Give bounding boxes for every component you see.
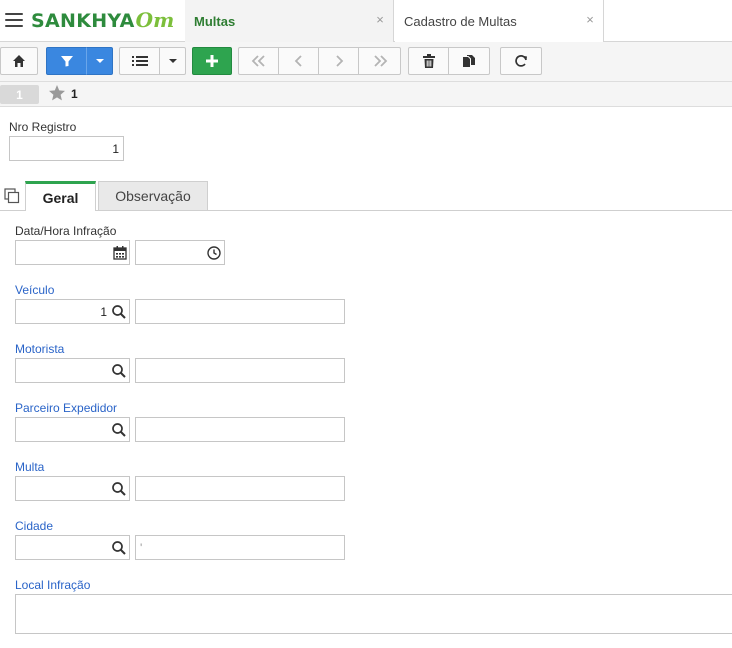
local-infracao-textarea[interactable] bbox=[15, 594, 732, 634]
list-view-button[interactable] bbox=[119, 47, 160, 75]
top-bar: SANKHYA Om Multas × Cadastro de Multas × bbox=[0, 0, 732, 42]
tab-cadastro-de-multas[interactable]: Cadastro de Multas × bbox=[395, 0, 604, 42]
search-icon[interactable] bbox=[111, 304, 127, 320]
copy-icon bbox=[463, 55, 475, 67]
current-record-number: 1 bbox=[71, 87, 78, 101]
toolbar bbox=[0, 42, 732, 82]
cidade-description-input[interactable] bbox=[135, 535, 345, 560]
tab-label: Multas bbox=[194, 13, 236, 29]
multa-description-input[interactable] bbox=[135, 476, 345, 501]
cidade-label[interactable]: Cidade bbox=[15, 519, 53, 533]
filter-dropdown-button[interactable] bbox=[86, 47, 113, 75]
tab-geral[interactable]: Geral bbox=[25, 181, 96, 211]
close-icon[interactable]: × bbox=[583, 12, 597, 28]
clock-icon[interactable] bbox=[206, 245, 222, 261]
caret-down-icon bbox=[168, 59, 177, 63]
delete-button[interactable] bbox=[408, 47, 449, 75]
parceiro-expedidor-label[interactable]: Parceiro Expedidor bbox=[15, 401, 117, 415]
data-hora-label: Data/Hora Infração bbox=[15, 224, 117, 238]
trash-icon bbox=[422, 54, 435, 68]
caret-down-icon bbox=[95, 59, 104, 63]
record-index-badge[interactable]: 1 bbox=[0, 85, 39, 104]
search-icon[interactable] bbox=[111, 481, 127, 497]
motorista-label[interactable]: Motorista bbox=[15, 342, 64, 356]
logo-main: SANKHYA bbox=[31, 10, 135, 32]
nro-registro-input[interactable] bbox=[9, 136, 124, 161]
search-icon[interactable] bbox=[111, 422, 127, 438]
home-icon bbox=[13, 55, 25, 67]
tab-multas[interactable]: Multas × bbox=[185, 0, 394, 42]
home-button[interactable] bbox=[0, 47, 38, 75]
record-bar: 1 1 bbox=[0, 82, 732, 107]
filter-button[interactable] bbox=[46, 47, 87, 75]
tab-observacao[interactable]: Observação bbox=[98, 181, 208, 211]
logo: SANKHYA Om bbox=[31, 8, 174, 34]
previous-record-button[interactable] bbox=[278, 47, 319, 75]
parceiro-description-input[interactable] bbox=[135, 417, 345, 442]
veiculo-label[interactable]: Veículo bbox=[15, 283, 54, 297]
menu-icon[interactable] bbox=[5, 13, 23, 27]
list-view-dropdown-button[interactable] bbox=[159, 47, 186, 75]
first-record-button[interactable] bbox=[238, 47, 279, 75]
prev-icon bbox=[294, 55, 302, 67]
local-infracao-label[interactable]: Local Infração bbox=[15, 578, 90, 592]
search-icon[interactable] bbox=[111, 540, 127, 556]
star-icon[interactable] bbox=[48, 84, 66, 102]
filter-icon bbox=[60, 56, 73, 67]
search-icon[interactable] bbox=[111, 363, 127, 379]
last-icon bbox=[373, 55, 387, 67]
tab-label: Cadastro de Multas bbox=[404, 13, 517, 29]
add-button[interactable] bbox=[192, 47, 232, 75]
plus-icon bbox=[206, 55, 218, 67]
refresh-button[interactable] bbox=[500, 47, 542, 75]
logo-suffix: Om bbox=[135, 8, 175, 32]
next-icon bbox=[335, 55, 343, 67]
first-icon bbox=[251, 55, 265, 67]
veiculo-description-input[interactable] bbox=[135, 299, 345, 324]
nro-registro-label: Nro Registro bbox=[9, 120, 77, 134]
calendar-icon[interactable] bbox=[112, 245, 128, 261]
duplicate-button[interactable] bbox=[448, 47, 490, 75]
list-icon bbox=[131, 56, 148, 66]
copy-layout-icon[interactable] bbox=[4, 188, 20, 204]
motorista-description-input[interactable] bbox=[135, 358, 345, 383]
next-record-button[interactable] bbox=[318, 47, 359, 75]
refresh-icon bbox=[515, 55, 527, 67]
last-record-button[interactable] bbox=[358, 47, 401, 75]
multa-label[interactable]: Multa bbox=[15, 460, 44, 474]
close-icon[interactable]: × bbox=[373, 12, 387, 28]
